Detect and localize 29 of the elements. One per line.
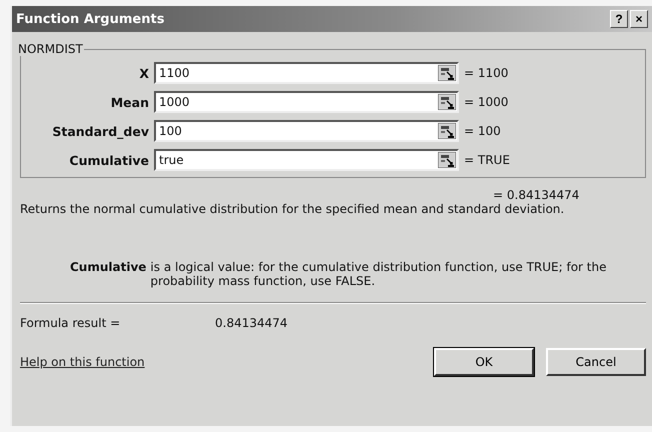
help-button[interactable]: ?: [610, 10, 628, 28]
argument-result: = 1000: [464, 95, 510, 109]
cancel-button[interactable]: Cancel: [546, 348, 646, 376]
argument-field[interactable]: 1100: [154, 62, 459, 84]
range-picker-icon[interactable]: [438, 123, 456, 139]
range-picker-icon[interactable]: [438, 65, 456, 81]
argument-label: Cumulative: [68, 152, 149, 168]
function-result: = 0.84134474: [493, 188, 580, 202]
range-picker-icon[interactable]: [438, 152, 456, 168]
window-title: Function Arguments: [16, 12, 166, 26]
formula-result-label: Formula result =: [20, 316, 122, 330]
argument-result: = 100: [464, 124, 502, 138]
argument-field[interactable]: 1000: [154, 91, 459, 113]
function-description: Returns the normal cumulative distribution for the specified mean and standard deviation.: [20, 202, 566, 216]
argument-label: X: [138, 66, 149, 80]
argument-result: = TRUE: [464, 153, 511, 167]
argument-help-name: Cumulative: [70, 260, 146, 276]
argument-label: Mean: [110, 94, 149, 110]
range-picker-icon[interactable]: [438, 94, 456, 110]
argument-field[interactable]: 100: [154, 120, 459, 142]
help-link[interactable]: Help on this function: [20, 355, 422, 369]
argument-result: = 1100: [464, 66, 510, 80]
function-name: NORMDIST: [17, 42, 84, 56]
argument-label: Standard_dev: [51, 124, 149, 138]
formula-result-value: 0.84134474: [215, 316, 288, 330]
argument-field[interactable]: true: [154, 149, 459, 171]
close-button[interactable]: ×: [630, 10, 648, 28]
argument-help-text: is a logical value: for the cumulative distribution function, use TRUE; for the probability mass function, use FALSE.: [150, 260, 608, 288]
ok-button[interactable]: OK: [434, 348, 534, 376]
